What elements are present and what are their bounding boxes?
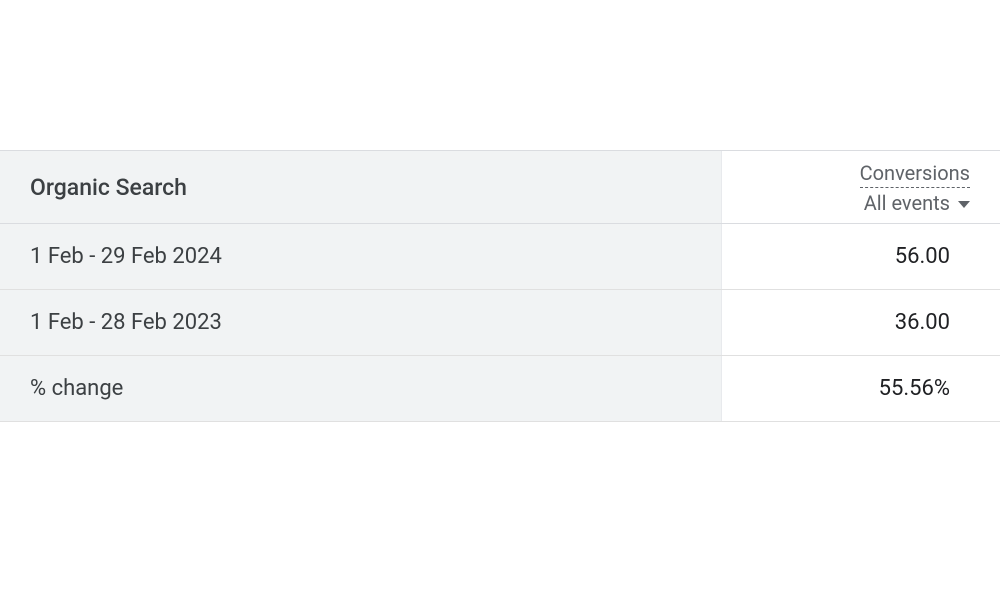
table-row: 1 Feb - 29 Feb 2024 56.00 <box>0 224 1000 290</box>
table-row: 1 Feb - 28 Feb 2023 36.00 <box>0 290 1000 356</box>
row-label-cell: 1 Feb - 29 Feb 2024 <box>0 224 722 289</box>
row-value-cell: 56.00 <box>722 224 1000 289</box>
row-label: 1 Feb - 29 Feb 2024 <box>30 244 222 269</box>
metric-dropdown-label: All events <box>864 191 950 215</box>
row-label: 1 Feb - 28 Feb 2023 <box>30 310 222 335</box>
table-header-row: Organic Search Conversions All events <box>0 150 1000 224</box>
metric-header-cell: Conversions All events <box>722 151 1000 223</box>
row-value: 56.00 <box>895 244 950 269</box>
row-value-cell: 55.56% <box>722 356 1000 421</box>
table-row: % change 55.56% <box>0 356 1000 422</box>
comparison-table: Organic Search Conversions All events 1 … <box>0 150 1000 422</box>
row-label: % change <box>30 376 123 401</box>
dimension-header-cell[interactable]: Organic Search <box>0 151 722 223</box>
metric-header-label[interactable]: Conversions <box>860 161 970 188</box>
row-value: 36.00 <box>895 310 950 335</box>
chevron-down-icon <box>958 201 970 208</box>
row-value-cell: 36.00 <box>722 290 1000 355</box>
metric-event-dropdown[interactable]: All events <box>864 191 970 215</box>
row-label-cell: 1 Feb - 28 Feb 2023 <box>0 290 722 355</box>
row-label-cell: % change <box>0 356 722 421</box>
dimension-header-label: Organic Search <box>30 174 187 201</box>
row-value: 55.56% <box>879 376 950 401</box>
